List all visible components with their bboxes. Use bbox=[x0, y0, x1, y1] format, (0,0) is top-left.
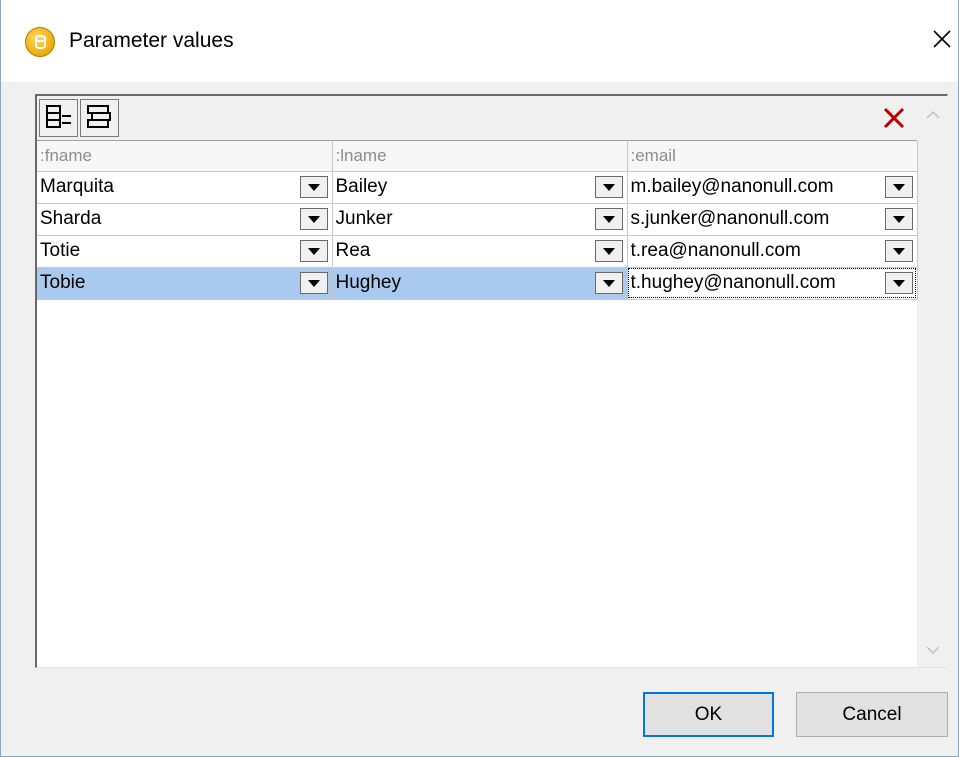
chevron-down-icon[interactable] bbox=[299, 240, 328, 262]
scroll-up-icon[interactable] bbox=[917, 98, 948, 132]
cell-value: Totie bbox=[40, 240, 81, 261]
cell-value: Marquita bbox=[40, 176, 114, 197]
table-row[interactable]: Totie Rea t.rea@nanonull.com bbox=[37, 235, 918, 268]
scroll-down-icon[interactable] bbox=[917, 633, 948, 667]
cell-value: Bailey bbox=[335, 176, 388, 197]
email-cell[interactable]: m.bailey@nanonull.com bbox=[627, 171, 918, 204]
email-cell-focused[interactable]: t.hughey@nanonull.com bbox=[627, 267, 918, 300]
table-row[interactable]: Sharda Junker s.junker@nanonull.com bbox=[37, 203, 918, 236]
lname-cell[interactable]: Junker bbox=[332, 203, 628, 236]
delete-x-icon bbox=[883, 107, 905, 129]
chevron-down-icon[interactable] bbox=[594, 272, 623, 294]
email-cell[interactable]: s.junker@nanonull.com bbox=[627, 203, 918, 236]
cell-value: Rea bbox=[335, 240, 371, 261]
grid-toolbar bbox=[37, 96, 917, 141]
dialog-title: Parameter values bbox=[69, 29, 234, 52]
cell-value: t.hughey@nanonull.com bbox=[630, 272, 836, 293]
fname-cell[interactable]: Totie bbox=[37, 235, 333, 268]
delete-row-button[interactable] bbox=[875, 99, 913, 137]
cell-value: m.bailey@nanonull.com bbox=[630, 176, 834, 197]
append-row-icon bbox=[86, 105, 111, 128]
table-header-row: :fname :lname :email bbox=[37, 141, 918, 172]
lname-cell[interactable]: Rea bbox=[332, 235, 628, 268]
chevron-down-icon[interactable] bbox=[594, 208, 623, 230]
ok-button[interactable]: OK bbox=[643, 692, 774, 737]
vertical-scrollbar[interactable] bbox=[917, 96, 948, 667]
insert-row-icon bbox=[45, 105, 71, 128]
chevron-down-icon[interactable] bbox=[299, 208, 328, 230]
database-icon bbox=[25, 27, 55, 57]
lname-cell[interactable]: Bailey bbox=[332, 171, 628, 204]
title-bar: Parameter values bbox=[1, 0, 958, 82]
chevron-down-icon[interactable] bbox=[594, 240, 623, 262]
append-row-button[interactable] bbox=[80, 99, 119, 137]
table-row[interactable]: Marquita Bailey m.bailey@nanonull.com bbox=[37, 171, 918, 204]
chevron-down-icon[interactable] bbox=[884, 272, 913, 294]
email-cell[interactable]: t.rea@nanonull.com bbox=[627, 235, 918, 268]
fname-cell[interactable]: Sharda bbox=[37, 203, 333, 236]
chevron-down-icon[interactable] bbox=[594, 176, 623, 198]
close-icon[interactable] bbox=[927, 24, 957, 54]
column-header-fname: :fname bbox=[37, 141, 333, 172]
cell-value: Junker bbox=[335, 208, 393, 229]
cell-value: Hughey bbox=[335, 272, 402, 293]
chevron-down-icon[interactable] bbox=[884, 240, 913, 262]
cell-value: Tobie bbox=[40, 272, 86, 293]
cell-value: Sharda bbox=[40, 208, 102, 229]
chevron-down-icon[interactable] bbox=[884, 176, 913, 198]
fname-cell[interactable]: Tobie bbox=[37, 267, 333, 300]
chevron-down-icon[interactable] bbox=[884, 208, 913, 230]
column-header-email: :email bbox=[627, 141, 918, 172]
cell-value: t.rea@nanonull.com bbox=[630, 240, 801, 261]
table-row-selected[interactable]: Tobie Hughey t.hughey@nanonull.com bbox=[37, 267, 918, 300]
parameters-grid: :fname :lname :email Marquita Bailey m.b… bbox=[35, 94, 948, 668]
parameter-values-dialog: Parameter values:fname:lname:email Ma… bbox=[0, 0, 959, 757]
insert-row-button[interactable] bbox=[39, 99, 78, 137]
cancel-button[interactable]: Cancel bbox=[796, 692, 948, 737]
lname-cell[interactable]: Hughey bbox=[332, 267, 628, 300]
column-header-lname: :lname bbox=[332, 141, 628, 172]
parameter-table: :fname :lname :email Marquita Bailey m.b… bbox=[37, 141, 918, 300]
chevron-down-icon[interactable] bbox=[299, 272, 328, 294]
chevron-down-icon[interactable] bbox=[299, 176, 328, 198]
cell-value: s.junker@nanonull.com bbox=[630, 208, 830, 229]
fname-cell[interactable]: Marquita bbox=[37, 171, 333, 204]
